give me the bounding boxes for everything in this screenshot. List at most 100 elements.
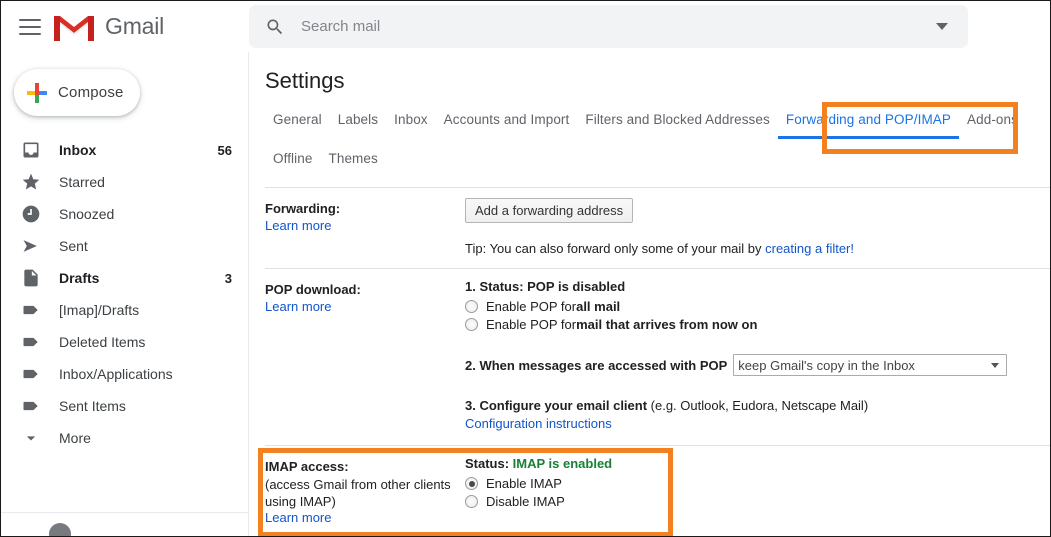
gmail-settings-window: Gmail Compose (0, 0, 1051, 537)
settings-panel: Settings General Labels Inbox Accounts a… (249, 52, 1050, 536)
settings-tabs-row-2: Offline Themes (265, 147, 1050, 175)
sidebar-item-label: More (59, 430, 91, 446)
imap-access-section: IMAP access: (access Gmail from other cl… (265, 445, 1050, 525)
sidebar-item-inbox-applications[interactable]: Inbox/Applications (1, 358, 248, 390)
radio-icon[interactable] (465, 300, 478, 313)
disable-imap-label: Disable IMAP (486, 494, 565, 509)
configuration-instructions-row: Configuration instructions (465, 416, 1050, 431)
tab-inbox[interactable]: Inbox (386, 108, 436, 136)
hamburger-menu-icon[interactable] (19, 18, 41, 35)
sidebar-item-drafts[interactable]: Drafts 3 (1, 262, 248, 294)
pop-download-section: POP download: Learn more 1. Status: POP … (265, 268, 1050, 431)
sidebar-item-inbox[interactable]: Inbox 56 (1, 134, 248, 166)
search-icon (267, 19, 283, 34)
sidebar-item-label: Drafts (59, 270, 100, 286)
send-icon (23, 240, 37, 252)
label-icon (23, 369, 38, 379)
imap-label: IMAP access: (265, 459, 349, 474)
enable-imap-label: Enable IMAP (486, 476, 562, 491)
radio-icon[interactable] (465, 318, 478, 331)
clock-icon (22, 205, 40, 223)
configuration-instructions-link[interactable]: Configuration instructions (465, 416, 612, 431)
enable-imap-option[interactable]: Enable IMAP (465, 476, 1050, 491)
forwarding-tip: Tip: You can also forward only some of y… (465, 241, 1050, 256)
pop-step2-label: 2. When messages are accessed with POP (465, 357, 728, 373)
sidebar-item-label: Sent Items (59, 398, 126, 414)
creating-a-filter-link[interactable]: creating a filter! (765, 241, 854, 256)
page-title: Settings (265, 68, 345, 93)
enable-pop-all-mail-emphasis: all mail (576, 299, 621, 314)
compose-label: Compose (58, 84, 124, 101)
enable-pop-all-mail-option[interactable]: Enable POP for all mail (465, 299, 1050, 314)
pop-access-action-select[interactable]: keep Gmail's copy in the Inbox (733, 354, 1008, 376)
forwarding-section: Forwarding: Learn more Add a forwarding … (265, 187, 1050, 256)
settings-tabs-row-1: General Labels Inbox Accounts and Import… (265, 108, 1050, 139)
brand-name: Gmail (105, 13, 165, 39)
tab-accounts-and-import[interactable]: Accounts and Import (436, 108, 578, 136)
star-icon (22, 173, 40, 190)
draft-icon (24, 269, 38, 287)
sidebar-item-starred[interactable]: Starred (1, 166, 248, 198)
tab-offline[interactable]: Offline (265, 147, 320, 175)
search-bar[interactable] (249, 5, 968, 48)
label-icon (23, 401, 38, 411)
pop-step3-row: 3. Configure your email client (e.g. Out… (465, 398, 1050, 413)
forwarding-label: Forwarding: (265, 201, 341, 216)
pop-step3-label: 3. Configure your email client (465, 398, 648, 413)
tab-filters-and-blocked-addresses[interactable]: Filters and Blocked Addresses (577, 108, 778, 136)
tab-add-ons[interactable]: Add-ons (959, 108, 1026, 136)
pop-step3-examples: (e.g. Outlook, Eudora, Netscape Mail) (647, 398, 869, 413)
sidebar-item-count: 56 (217, 142, 232, 158)
sidebar-item-label: Deleted Items (59, 334, 146, 350)
enable-pop-all-mail-label: Enable POP for (486, 299, 577, 314)
settings-tabs: General Labels Inbox Accounts and Import… (265, 108, 1050, 175)
enable-pop-from-now-on-emphasis: mail that arrives from now on (576, 317, 758, 332)
sidebar-item-more[interactable]: More (1, 422, 248, 454)
sidebar-item-sent-items[interactable]: Sent Items (1, 390, 248, 422)
tab-general[interactable]: General (265, 108, 330, 136)
disable-imap-option[interactable]: Disable IMAP (465, 494, 1050, 509)
sidebar-item-sent[interactable]: Sent (1, 230, 248, 262)
enable-pop-from-now-on-label: Enable POP for (486, 317, 577, 332)
add-forwarding-address-button[interactable]: Add a forwarding address (465, 198, 634, 223)
forwarding-body: Add a forwarding address Tip: You can al… (465, 198, 1050, 256)
tab-labels[interactable]: Labels (330, 108, 386, 136)
sidebar-item-label: Snoozed (59, 206, 115, 222)
pop-status-row: 1. Status: POP is disabled (465, 279, 1050, 294)
pop-learn-more-link[interactable]: Learn more (265, 299, 331, 314)
label-icon (23, 305, 38, 315)
pop-status-value: POP is disabled (527, 279, 626, 294)
compose-button[interactable]: Compose (14, 69, 140, 116)
tab-themes[interactable]: Themes (320, 147, 385, 175)
inbox-icon (23, 142, 39, 158)
avatar[interactable] (49, 523, 71, 536)
pop-access-action-value: keep Gmail's copy in the Inbox (738, 357, 915, 373)
plus-icon (26, 82, 48, 104)
tab-forwarding-and-pop-imap[interactable]: Forwarding and POP/IMAP (777, 108, 959, 139)
pop-step1-number: 1. (465, 279, 480, 294)
imap-body: Status: IMAP is enabled Enable IMAP Disa… (465, 456, 1050, 525)
sidebar-item-snoozed[interactable]: Snoozed (1, 198, 248, 230)
enable-pop-from-now-on-option[interactable]: Enable POP for mail that arrives from no… (465, 317, 1050, 332)
radio-icon[interactable] (465, 495, 478, 508)
sidebar-item-label: Sent (59, 238, 88, 254)
label-icon (23, 337, 38, 347)
chevron-down-icon (991, 362, 1000, 368)
imap-status-label: Status: (465, 456, 513, 471)
search-options-chevron-down-icon[interactable] (936, 23, 948, 30)
imap-sublabel-line-2: using IMAP) (265, 494, 336, 509)
imap-learn-more-link[interactable]: Learn more (265, 510, 331, 525)
top-bar: Gmail (1, 1, 1050, 53)
forwarding-learn-more-link[interactable]: Learn more (265, 218, 331, 233)
sidebar-item-imap-drafts[interactable]: [Imap]/Drafts (1, 294, 248, 326)
status-badge: IMAP is enabled (512, 456, 613, 471)
pop-label-column: POP download: Learn more (265, 279, 465, 431)
sidebar-item-deleted-items[interactable]: Deleted Items (1, 326, 248, 358)
pop-status-label: Status: (479, 279, 528, 294)
pop-step2-row: 2. When messages are accessed with POP k… (465, 354, 1050, 376)
sidebar-item-count: 3 (224, 270, 232, 286)
search-input[interactable] (301, 18, 936, 35)
imap-sublabel-line-1: (access Gmail from other clients (265, 477, 451, 492)
radio-icon[interactable] (465, 477, 478, 490)
chevron-down-icon (26, 436, 36, 441)
